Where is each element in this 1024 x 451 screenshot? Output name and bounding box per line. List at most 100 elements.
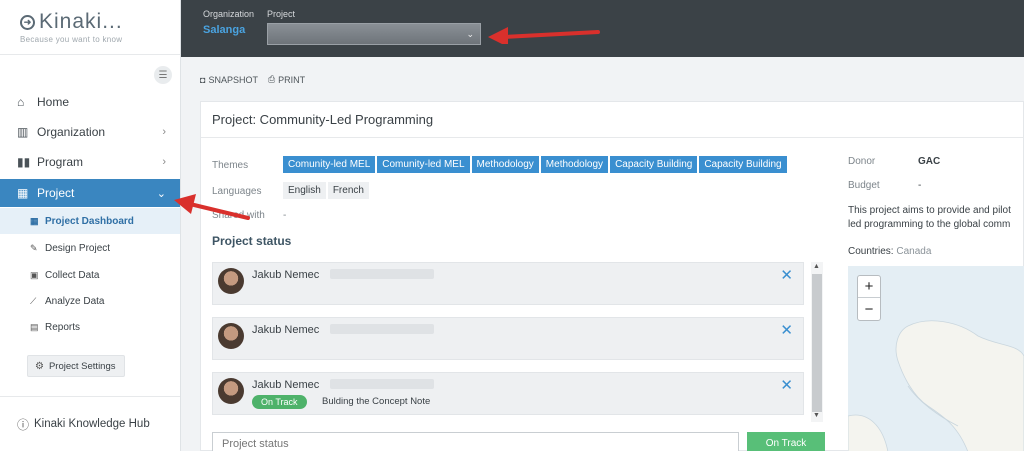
knowledge-hub-link[interactable]: ⓘ Kinaki Knowledge Hub — [0, 396, 180, 451]
zoom-out-button[interactable]: − — [858, 298, 880, 320]
logo-tagline: Because you want to know — [20, 35, 123, 44]
camera-icon: ◘ — [200, 74, 206, 85]
scroll-down-icon[interactable]: ▼ — [813, 412, 820, 419]
sidebar-subitem-reports[interactable]: ▤ Reports — [0, 314, 180, 340]
status-card: Jakub Nemec ✕ — [212, 262, 804, 305]
countries-row: Countries: Canada — [848, 246, 931, 257]
description-line: This project aims to provide and pilot — [848, 205, 1011, 216]
status-timestamp-redacted — [330, 324, 434, 334]
page-title: Project: Community-Led Programming — [201, 102, 1023, 138]
countries-value: Canada — [896, 246, 932, 257]
print-button[interactable]: ⎙ PRINT — [268, 74, 305, 85]
sidebar-subitem-design-project[interactable]: ✎ Design Project — [0, 235, 180, 261]
country-map[interactable]: + − — [848, 266, 1024, 451]
theme-tag[interactable]: Methodology — [540, 156, 609, 173]
project-settings-label: Project Settings — [48, 360, 116, 372]
theme-tag[interactable]: Comunity-led MEL — [377, 156, 470, 173]
chevron-right-icon: › — [162, 156, 166, 168]
sidebar-item-label: Home — [37, 95, 70, 109]
shared-with-value: - — [283, 210, 287, 221]
sidebar-item-label: Program — [37, 155, 84, 169]
status-timestamp-redacted — [330, 379, 434, 389]
chevron-down-icon: ⌄ — [466, 28, 474, 39]
sidebar: ➜ Kinaki... Because you want to know ☰ ⌂… — [0, 0, 181, 451]
logo-arrow-icon: ➜ — [20, 14, 35, 30]
sidebar-subitem-project-dashboard[interactable]: ▦ Project Dashboard — [0, 208, 180, 234]
project-status-heading: Project status — [212, 234, 292, 248]
language-tag: French — [327, 182, 369, 199]
annotation-arrow-left-icon — [488, 27, 600, 44]
status-scrollbar[interactable]: ▲ ▼ — [811, 262, 823, 422]
pencil-icon: ✎ — [30, 242, 38, 253]
logo[interactable]: ➜ Kinaki... Because you want to know — [0, 0, 180, 55]
sidebar-subitem-label: Project Dashboard — [45, 215, 134, 227]
gear-icon: ⚙ — [35, 360, 44, 372]
themes-list: Comunity-led MEL Comunity-led MEL Method… — [283, 156, 787, 173]
sidebar-subitem-collect-data[interactable]: ▣ Collect Data — [0, 262, 180, 288]
logo-text: Kinaki... — [39, 10, 123, 33]
sidebar-item-home[interactable]: ⌂ Home — [0, 89, 180, 115]
home-icon: ⌂ — [17, 95, 25, 109]
knowledge-hub-label: Kinaki Knowledge Hub — [34, 418, 150, 430]
sidebar-item-organization[interactable]: ▥ Organization › — [0, 119, 180, 145]
project-settings-button[interactable]: ⚙ Project Settings — [27, 355, 125, 377]
budget-value: - — [918, 180, 922, 191]
chevron-down-icon: ⌄ — [156, 187, 166, 200]
snapshot-label: SNAPSHOT — [208, 74, 258, 85]
countries-label: Countries: — [848, 246, 894, 257]
organization-value-link[interactable]: Salanga — [203, 24, 245, 36]
program-icon: ▮▮ — [17, 155, 31, 169]
theme-tag[interactable]: Capacity Building — [610, 156, 698, 173]
status-badge: On Track — [252, 395, 307, 409]
print-label: PRINT — [278, 74, 306, 85]
sidebar-subitem-label: Design Project — [45, 242, 111, 254]
close-icon[interactable]: ✕ — [780, 266, 793, 284]
collect-icon: ▣ — [30, 269, 39, 280]
annotation-arrow-left-icon — [174, 194, 250, 220]
snapshot-button[interactable]: ◘ SNAPSHOT — [200, 74, 258, 85]
avatar — [218, 268, 244, 294]
language-tag: English — [283, 182, 326, 199]
close-icon[interactable]: ✕ — [780, 376, 793, 394]
donor-value: GAC — [918, 156, 941, 167]
zoom-in-button[interactable]: + — [858, 276, 880, 298]
scroll-up-icon[interactable]: ▲ — [813, 263, 820, 270]
project-panel: Project: Community-Led Programming Theme… — [200, 101, 1024, 451]
zoom-control: + − — [857, 275, 881, 321]
organization-label: Organization — [203, 9, 255, 19]
sidebar-item-program[interactable]: ▮▮ Program › — [0, 149, 180, 175]
project-icon: ▦ — [17, 186, 29, 200]
status-card: Jakub Nemec ✕ On Track Bulding the Conce… — [212, 372, 804, 415]
theme-tag[interactable]: Capacity Building — [699, 156, 787, 173]
close-icon[interactable]: ✕ — [780, 321, 793, 339]
sidebar-subitem-analyze-data[interactable]: ⟋ Analyze Data — [0, 288, 180, 314]
status-note: Bulding the Concept Note — [322, 396, 431, 407]
chevron-right-icon: › — [162, 126, 166, 138]
donor-label: Donor — [848, 156, 876, 167]
theme-tag[interactable]: Methodology — [471, 156, 539, 173]
help-circle-icon: ⓘ — [17, 417, 30, 432]
hamburger-menu-icon[interactable]: ☰ — [154, 66, 172, 84]
sidebar-item-label: Project — [37, 186, 75, 200]
project-description: This project aims to provide and pilot l… — [848, 204, 1024, 232]
printer-icon: ⎙ — [267, 74, 276, 84]
status-author: Jakub Nemec — [252, 269, 320, 281]
sidebar-subitem-label: Reports — [45, 321, 81, 333]
status-author: Jakub Nemec — [252, 379, 320, 391]
budget-label: Budget — [848, 180, 880, 191]
status-timestamp-redacted — [330, 269, 434, 279]
dashboard-icon: ▦ — [30, 215, 39, 226]
avatar — [218, 323, 244, 349]
sidebar-item-label: Organization — [37, 125, 106, 139]
project-status-input[interactable] — [212, 432, 739, 451]
sidebar-item-project[interactable]: ▦ Project ⌄ — [0, 179, 180, 207]
languages-list: English French — [283, 182, 369, 199]
themes-label: Themes — [212, 160, 249, 171]
theme-tag[interactable]: Comunity-led MEL — [283, 156, 376, 173]
scroll-thumb[interactable] — [812, 274, 822, 412]
project-select[interactable]: ⌄ — [267, 23, 481, 45]
report-icon: ▤ — [30, 321, 39, 332]
avatar — [218, 378, 244, 404]
on-track-button[interactable]: On Track — [747, 432, 825, 451]
topbar: Organization Project Salanga ⌄ — [181, 0, 1024, 57]
